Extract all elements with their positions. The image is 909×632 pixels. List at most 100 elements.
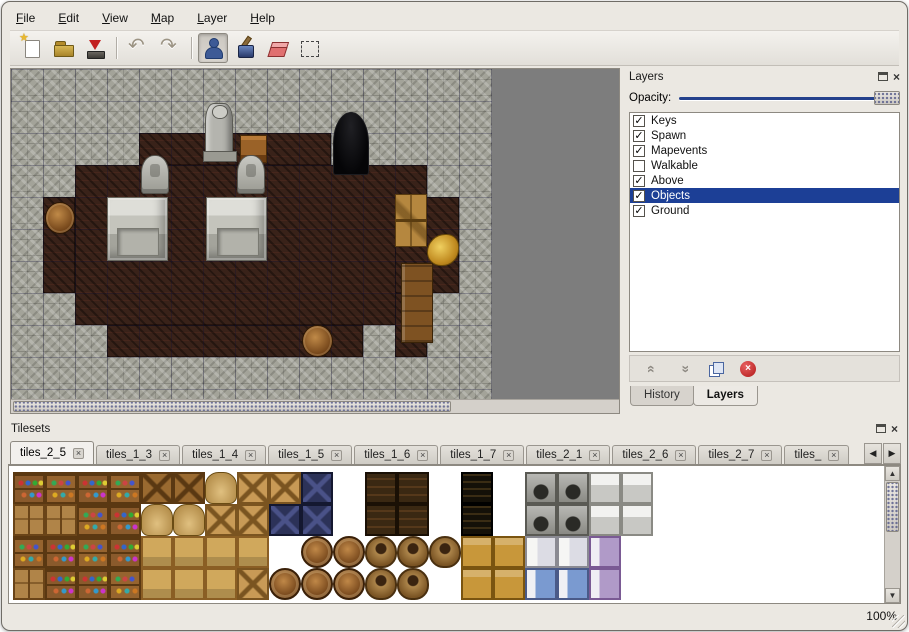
tile-bedP[interactable] xyxy=(589,536,621,568)
layer-visibility-checkbox[interactable]: ✓ xyxy=(633,145,645,157)
tile-cupboard[interactable] xyxy=(45,504,77,536)
tileset-tab-tiles_2_5[interactable]: tiles_2_5× xyxy=(10,441,94,464)
tile-crate[interactable] xyxy=(269,472,301,504)
tile-benchG[interactable] xyxy=(461,536,493,568)
tile-pot[interactable] xyxy=(365,536,397,568)
tile-oven[interactable] xyxy=(525,504,557,536)
map-object-statue[interactable] xyxy=(205,103,234,162)
tile-crateD[interactable] xyxy=(301,472,333,504)
layer-visibility-checkbox[interactable]: ✓ xyxy=(633,175,645,187)
tile-benchG[interactable] xyxy=(493,536,525,568)
close-tab-icon[interactable]: × xyxy=(589,450,600,461)
tileset-tab-tiles[interactable]: tiles_× xyxy=(784,445,849,464)
tileset-vertical-scrollbar[interactable]: ▲ ▼ xyxy=(884,466,900,603)
tile-bench[interactable] xyxy=(173,568,205,600)
layer-visibility-checkbox[interactable]: ✓ xyxy=(633,190,645,202)
scroll-down-button[interactable]: ▼ xyxy=(885,588,900,603)
tile-sack[interactable] xyxy=(173,504,205,536)
close-tab-icon[interactable]: × xyxy=(73,448,84,459)
tile-bench[interactable] xyxy=(205,568,237,600)
opacity-slider-handle[interactable] xyxy=(874,91,900,105)
save-file-button[interactable] xyxy=(80,33,110,63)
layer-row-above[interactable]: ✓Above xyxy=(630,173,899,188)
close-tab-icon[interactable]: × xyxy=(675,450,686,461)
map-object-barrel[interactable] xyxy=(302,325,332,357)
layer-row-spawn[interactable]: ✓Spawn xyxy=(630,128,899,143)
tile-bedW[interactable] xyxy=(557,536,589,568)
open-file-button[interactable] xyxy=(48,33,78,63)
vertical-scrollbar-handle[interactable] xyxy=(886,482,899,532)
dock-tab-history[interactable]: History xyxy=(630,386,694,406)
float-panel-icon[interactable] xyxy=(876,424,886,433)
tile-shelf2[interactable] xyxy=(77,536,109,568)
tileset-tab-tiles_1_3[interactable]: tiles_1_3× xyxy=(96,445,180,464)
map-object-cabinet[interactable] xyxy=(401,263,433,343)
layer-visibility-checkbox[interactable]: ✓ xyxy=(633,205,645,217)
tile-oven[interactable] xyxy=(525,472,557,504)
tileset-grid[interactable] xyxy=(13,472,880,603)
tile-barrel[interactable] xyxy=(333,536,365,568)
tile-shelfD[interactable] xyxy=(397,504,429,536)
tile-barrel[interactable] xyxy=(301,568,333,600)
tile-shelf2[interactable] xyxy=(45,472,77,504)
opacity-slider[interactable] xyxy=(679,90,900,106)
map-object-altar[interactable] xyxy=(107,197,168,261)
tile-bench[interactable] xyxy=(173,536,205,568)
tile-pot[interactable] xyxy=(397,568,429,600)
tile-shelf[interactable] xyxy=(13,472,45,504)
tile-bench[interactable] xyxy=(141,536,173,568)
map-canvas[interactable] xyxy=(11,69,492,400)
delete-layer-button[interactable]: × xyxy=(736,358,760,380)
close-tab-icon[interactable]: × xyxy=(828,450,839,461)
redo-button[interactable] xyxy=(155,33,185,63)
tile-shelf2[interactable] xyxy=(77,504,109,536)
map-object-crates[interactable] xyxy=(395,194,427,247)
map-horizontal-scrollbar[interactable] xyxy=(11,399,619,413)
map-object-barrel[interactable] xyxy=(45,202,75,234)
tile-crateD[interactable] xyxy=(269,504,301,536)
tile-shelf[interactable] xyxy=(45,568,77,600)
tile-barrel[interactable] xyxy=(333,568,365,600)
tile-bench[interactable] xyxy=(237,536,269,568)
menu-help[interactable]: Help xyxy=(248,10,277,26)
tile-cupboard[interactable] xyxy=(13,568,45,600)
tile-oven[interactable] xyxy=(557,504,589,536)
duplicate-layer-button[interactable] xyxy=(704,358,728,380)
tile-marble[interactable] xyxy=(589,472,621,504)
layer-row-objects[interactable]: ✓Objects xyxy=(630,188,899,203)
tile-barrel[interactable] xyxy=(301,536,333,568)
tile-crateB[interactable] xyxy=(141,472,173,504)
close-tab-icon[interactable]: × xyxy=(761,450,772,461)
player-tool-button[interactable] xyxy=(198,33,228,63)
select-tool-button[interactable] xyxy=(294,33,324,63)
tile-barrel[interactable] xyxy=(269,568,301,600)
scroll-tabs-left-button[interactable]: ◀ xyxy=(864,443,882,464)
tile-ladder[interactable] xyxy=(461,504,493,536)
float-panel-icon[interactable] xyxy=(878,72,888,81)
layer-row-walkable[interactable]: Walkable xyxy=(630,158,899,173)
close-panel-icon[interactable]: × xyxy=(893,72,900,82)
layer-row-mapevents[interactable]: ✓Mapevents xyxy=(630,143,899,158)
tile-shelf[interactable] xyxy=(77,472,109,504)
tile-shelf[interactable] xyxy=(45,536,77,568)
menu-file[interactable]: File xyxy=(14,10,37,26)
tile-shelf2[interactable] xyxy=(109,472,141,504)
tile-shelf[interactable] xyxy=(109,504,141,536)
close-tab-icon[interactable]: × xyxy=(159,450,170,461)
tile-bedB[interactable] xyxy=(525,568,557,600)
tile-crateD[interactable] xyxy=(301,504,333,536)
layer-visibility-checkbox[interactable] xyxy=(633,160,645,172)
map-object-grave[interactable] xyxy=(237,155,266,193)
tile-crateB[interactable] xyxy=(173,472,205,504)
fill-tool-button[interactable] xyxy=(230,33,260,63)
menu-edit[interactable]: Edit xyxy=(56,10,81,26)
tileset-tab-tiles_1_7[interactable]: tiles_1_7× xyxy=(440,445,524,464)
tileset-tab-tiles_2_6[interactable]: tiles_2_6× xyxy=(612,445,696,464)
close-panel-icon[interactable]: × xyxy=(891,424,898,434)
tile-shelfD[interactable] xyxy=(365,472,397,504)
tile-shelfD[interactable] xyxy=(365,504,397,536)
tile-shelfD[interactable] xyxy=(397,472,429,504)
map-object-gold[interactable] xyxy=(427,234,459,266)
tile-ladder[interactable] xyxy=(461,472,493,504)
tile-benchG[interactable] xyxy=(493,568,525,600)
